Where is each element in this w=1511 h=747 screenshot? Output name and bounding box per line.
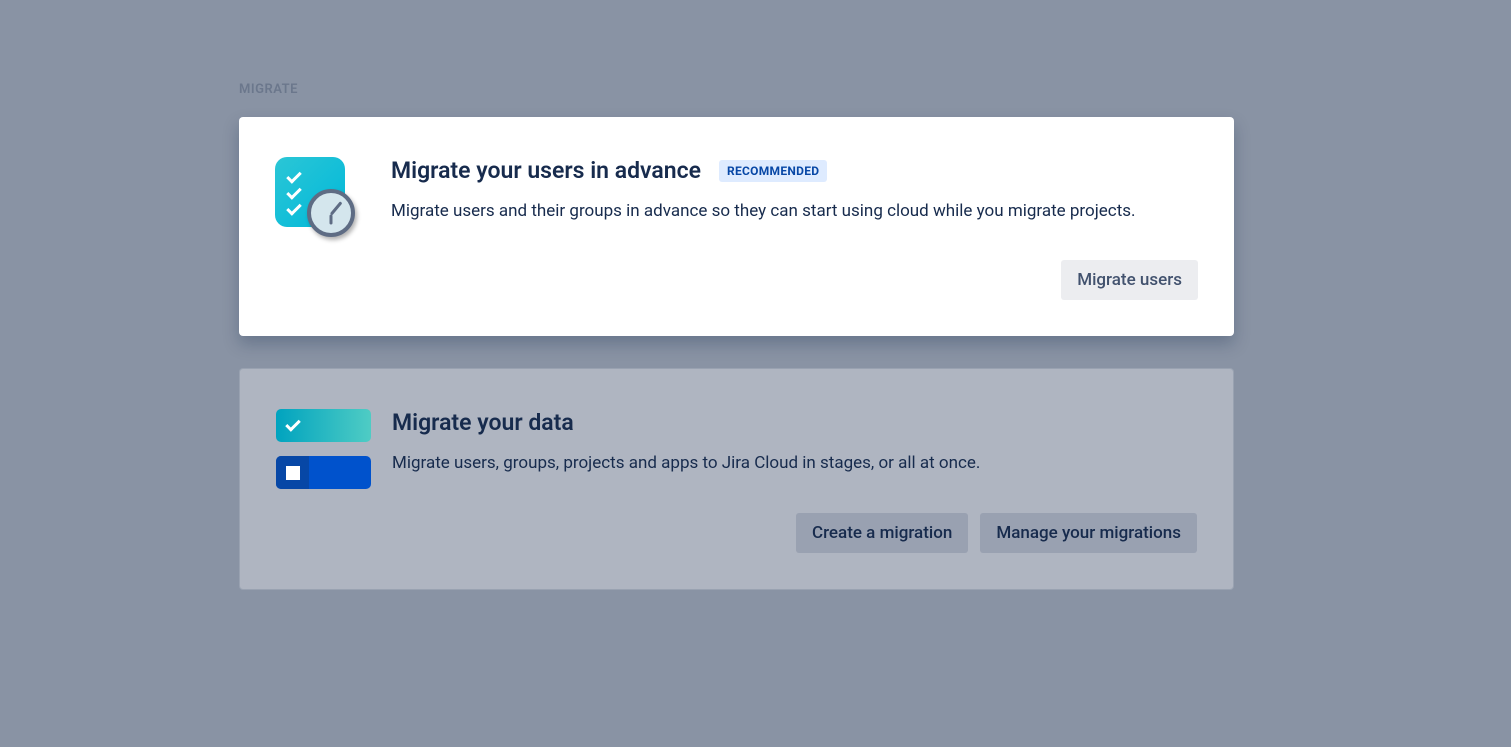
recommended-badge: RECOMMENDED	[719, 160, 827, 182]
checklist-timer-icon	[275, 157, 355, 237]
migrate-users-card: Migrate your users in advance RECOMMENDE…	[239, 117, 1234, 336]
migrate-users-button[interactable]: Migrate users	[1061, 260, 1198, 300]
card-content: Migrate your data Migrate users, groups,…	[392, 409, 1197, 552]
create-migration-button[interactable]: Create a migration	[796, 513, 968, 553]
card-title: Migrate your data	[392, 409, 574, 436]
card-description: Migrate users and their groups in advanc…	[391, 198, 1198, 224]
section-label: MIGRATE	[239, 82, 1234, 97]
data-rows-icon	[276, 409, 356, 489]
migrate-section: MIGRATE Migrate your users in advan	[239, 82, 1234, 590]
card-description: Migrate users, groups, projects and apps…	[392, 450, 1197, 476]
card-title: Migrate your users in advance	[391, 157, 701, 184]
card-content: Migrate your users in advance RECOMMENDE…	[391, 157, 1198, 300]
manage-migrations-button[interactable]: Manage your migrations	[980, 513, 1197, 553]
migrate-data-card: Migrate your data Migrate users, groups,…	[239, 368, 1234, 589]
